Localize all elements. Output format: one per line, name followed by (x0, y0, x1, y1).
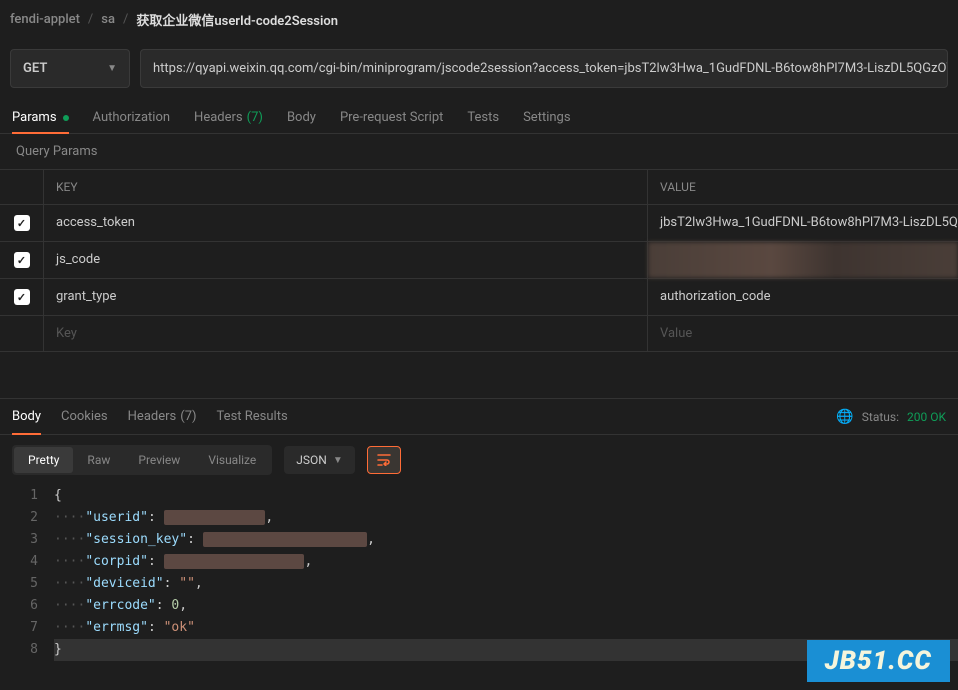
response-tab-headers[interactable]: Headers (7) (128, 399, 197, 434)
params-indicator-dot (63, 115, 69, 121)
params-key-header: KEY (44, 170, 648, 204)
tab-authorization[interactable]: Authorization (93, 102, 171, 133)
view-tab-raw[interactable]: Raw (73, 447, 124, 473)
query-params-label: Query Params (0, 134, 958, 169)
response-tab-headers-label: Headers (128, 409, 177, 424)
request-tabs: Params Authorization Headers (7) Body Pr… (0, 98, 958, 134)
row-checkbox[interactable]: ✓ (0, 205, 44, 241)
params-check-header (0, 170, 44, 204)
check-icon: ✓ (14, 252, 30, 268)
breadcrumb-item-3[interactable]: 获取企业微信userId-code2Session (136, 10, 338, 29)
response-status: 🌐 Status: 200 OK (836, 409, 946, 425)
tab-params-label: Params (12, 110, 57, 125)
row-checkbox-empty (0, 316, 44, 351)
tab-params[interactable]: Params (12, 102, 69, 133)
check-icon: ✓ (14, 289, 30, 305)
param-key-placeholder[interactable]: Key (44, 316, 648, 351)
params-table-header: KEY VALUE (0, 170, 958, 205)
method-select[interactable]: GET ▼ (10, 49, 130, 88)
tab-settings[interactable]: Settings (523, 102, 570, 133)
breadcrumb-item-2[interactable]: sa (101, 12, 115, 27)
status-label: Status: (862, 410, 899, 424)
breadcrumb: fendi-applet / sa / 获取企业微信userId-code2Se… (0, 0, 958, 39)
table-row: ✓ access_token jbsT2lw3Hwa_1GudFDNL-B6to… (0, 205, 958, 242)
param-value[interactable]: jbsT2lw3Hwa_1GudFDNL-B6tow8hPl7M3-LiszDL… (648, 205, 958, 241)
method-text: GET (23, 61, 47, 76)
params-table: KEY VALUE ✓ access_token jbsT2lw3Hwa_1Gu… (0, 169, 958, 352)
line-number: 5 (0, 573, 54, 595)
line-number: 8 (0, 639, 54, 661)
view-tabs: Pretty Raw Preview Visualize (12, 445, 272, 475)
line-number: 7 (0, 617, 54, 639)
tab-body[interactable]: Body (287, 102, 316, 133)
format-select[interactable]: JSON ▼ (284, 446, 354, 474)
view-tab-preview[interactable]: Preview (124, 447, 194, 473)
params-value-header: VALUE (648, 170, 958, 204)
view-tab-visualize[interactable]: Visualize (194, 447, 270, 473)
breadcrumb-sep: / (123, 12, 128, 27)
line-number: 3 (0, 529, 54, 551)
line-number: 2 (0, 507, 54, 529)
response-body-code[interactable]: 1{ 2····"userid": "15190857405", 3····"s… (0, 485, 958, 661)
url-input[interactable]: https://qyapi.weixin.qq.com/cgi-bin/mini… (140, 49, 948, 88)
table-row-empty: Key Value (0, 316, 958, 352)
param-value-placeholder[interactable]: Value (648, 316, 958, 351)
param-key[interactable]: grant_type (44, 279, 648, 315)
table-row: ✓ grant_type authorization_code (0, 279, 958, 316)
tab-prerequest[interactable]: Pre-request Script (340, 102, 443, 133)
response-tab-test-results[interactable]: Test Results (217, 399, 288, 434)
view-tab-pretty[interactable]: Pretty (14, 447, 73, 473)
tab-headers[interactable]: Headers (7) (194, 102, 263, 133)
wrap-icon (377, 454, 391, 466)
param-value[interactable]: authorization_code (648, 279, 958, 315)
status-code: 200 OK (907, 410, 946, 424)
param-key[interactable]: js_code (44, 242, 648, 278)
response-tab-cookies[interactable]: Cookies (61, 399, 108, 434)
request-bar: GET ▼ https://qyapi.weixin.qq.com/cgi-bi… (0, 39, 958, 98)
response-toolbar: Pretty Raw Preview Visualize JSON ▼ (0, 435, 958, 485)
response-tab-headers-count: (7) (180, 409, 196, 424)
line-number: 4 (0, 551, 54, 573)
watermark: JB51.CC (807, 640, 950, 682)
tab-tests[interactable]: Tests (467, 102, 499, 133)
line-number: 1 (0, 485, 54, 507)
wrap-lines-button[interactable] (367, 446, 401, 474)
format-label: JSON (296, 453, 327, 467)
tab-headers-count: (7) (247, 110, 263, 125)
param-key[interactable]: access_token (44, 205, 648, 241)
table-row: ✓ js_code iuMco7lVsMVXsbb__8_____51_HuwI… (0, 242, 958, 279)
breadcrumb-sep: / (88, 12, 93, 27)
tab-headers-label: Headers (194, 110, 243, 125)
response-tabs: Body Cookies Headers (7) Test Results 🌐 … (0, 399, 958, 435)
line-number: 6 (0, 595, 54, 617)
chevron-down-icon: ▼ (107, 63, 117, 74)
param-value[interactable]: iuMco7lVsMVXsbb__8_____51_HuwIBuIbr7wmXY… (648, 242, 958, 278)
globe-icon[interactable]: 🌐 (836, 409, 853, 425)
row-checkbox[interactable]: ✓ (0, 279, 44, 315)
check-icon: ✓ (14, 215, 30, 231)
chevron-down-icon: ▼ (333, 455, 343, 466)
breadcrumb-item-1[interactable]: fendi-applet (10, 12, 80, 27)
row-checkbox[interactable]: ✓ (0, 242, 44, 278)
response-tab-body[interactable]: Body (12, 399, 41, 434)
